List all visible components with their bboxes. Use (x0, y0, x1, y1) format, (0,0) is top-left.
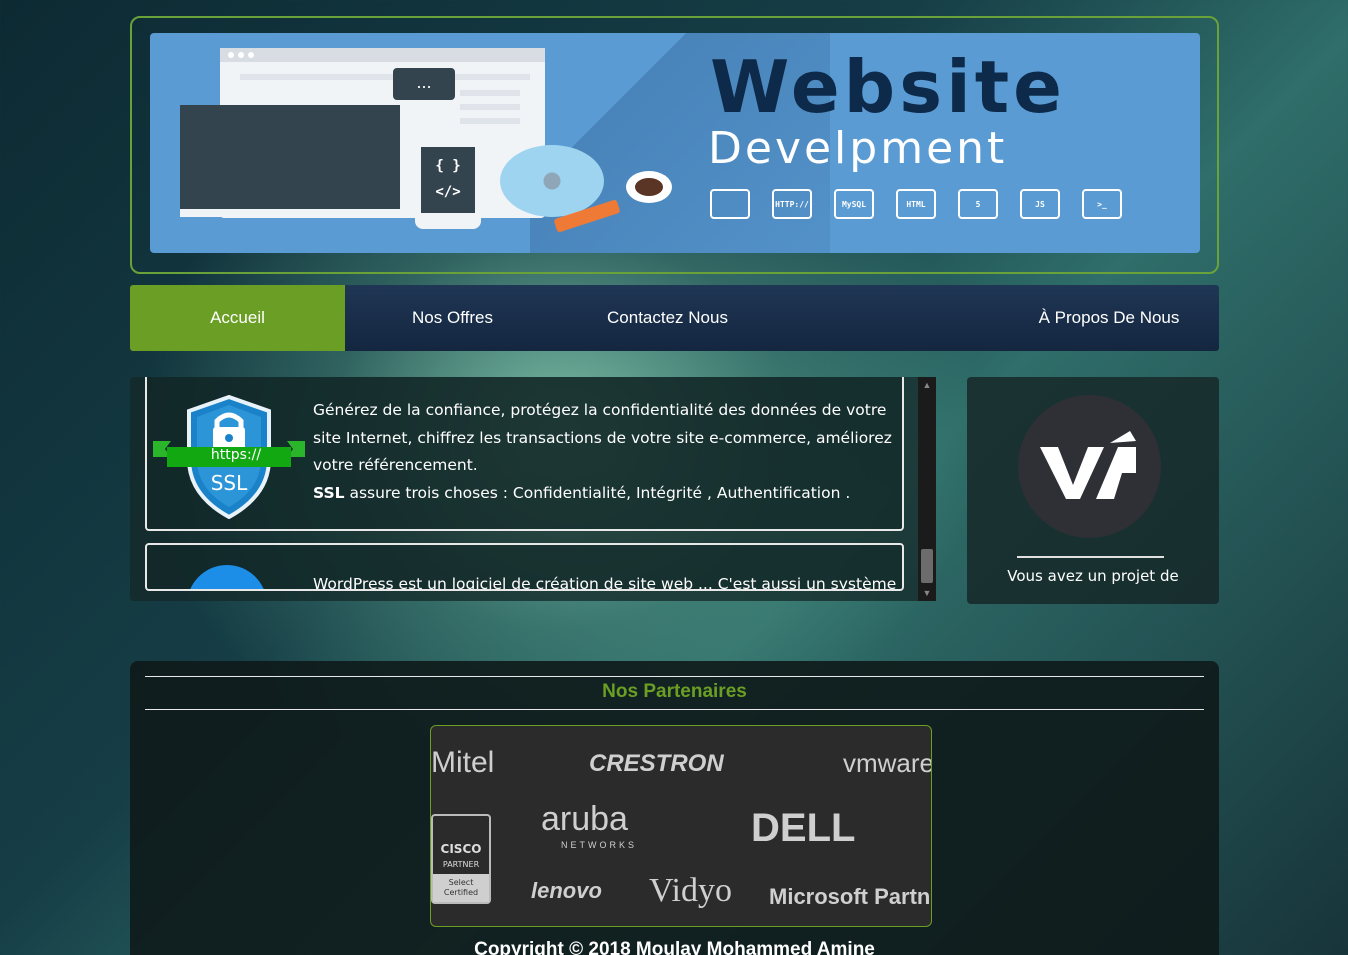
browser-line (460, 104, 520, 110)
partner-logo-aruba: aruba (541, 800, 628, 838)
side-divider (1017, 556, 1164, 558)
offers-panel[interactable]: https:// SSL Générez de la confiance, pr… (130, 377, 936, 601)
terminal-illustration (180, 105, 400, 217)
banner-frame: ... { } </> Website Develpment HTTP:// M… (130, 16, 1219, 274)
partner-logo-microsoft: Microsoft Partner (769, 884, 931, 909)
partners-logos: Mitel CRESTRON vmware aruba NETWORKS DEL… (430, 725, 932, 927)
ssl-summary: assure trois choses : Confidentialité, I… (344, 483, 851, 502)
partner-logo-lenovo: lenovo (531, 878, 602, 903)
partner-logo-cisco: CISCO PARTNER Select Certified (431, 814, 491, 904)
html5-icon: 5 (958, 189, 998, 219)
nav-item-contactez-nous[interactable]: Contactez Nous (560, 285, 775, 351)
browser-dot (238, 52, 244, 58)
browser-dot (228, 52, 234, 58)
ssl-https-text: https:// (210, 447, 262, 463)
browser-line (460, 90, 520, 96)
partner-logo-vidyo: Vidyo (649, 872, 732, 909)
ssl-paragraph: Générez de la confiance, protégez la con… (313, 401, 892, 474)
mysql-icon: MySQL (834, 189, 874, 219)
browser-line (460, 118, 520, 124)
partners-section: Nos Partenaires Mitel CRESTRON vmware ar… (130, 661, 1219, 955)
cisco-foot-2: Certified (443, 888, 479, 897)
scrollbar-thumb[interactable] (921, 549, 933, 583)
cisco-name: CISCO (440, 842, 482, 856)
disc-icon (500, 145, 604, 217)
cisco-sub: PARTNER (442, 860, 480, 869)
cisco-foot-1: Select (448, 878, 474, 887)
main-nav: Accueil Nos Offres Contactez Nous À Prop… (130, 285, 1219, 351)
cisco-foot: Select Certified (433, 874, 489, 902)
coffee-cup-icon (626, 171, 672, 203)
browser-bar (220, 48, 545, 62)
partners-title: Nos Partenaires (602, 681, 747, 702)
contact-side-panel: Vous avez un projet de (967, 377, 1219, 604)
side-project-text: Vous avez un projet de (1007, 567, 1179, 585)
phone-illustration: { } </> (415, 135, 481, 229)
phone-screen: { } </> (421, 147, 475, 213)
partners-bottom-rule (145, 709, 1204, 710)
ssl-badge-icon: https:// SSL (153, 394, 305, 520)
ssl-bold-term: SSL (313, 483, 345, 502)
puzzle-icon (710, 189, 750, 219)
nav-item-accueil[interactable]: Accueil (130, 285, 345, 351)
partner-logo-aruba-networks: NETWORKS (561, 840, 638, 850)
scroll-up-arrow-icon[interactable]: ▲ (918, 377, 936, 393)
code-braces: { } (435, 158, 461, 174)
ssl-card: https:// SSL Générez de la confiance, pr… (145, 377, 904, 531)
chat-bubble-icon: ... (393, 68, 455, 100)
terminal-icon: >_ (1082, 189, 1122, 219)
nav-item-a-propos[interactable]: À Propos De Nous (999, 285, 1219, 351)
wordpress-logo-icon (187, 565, 267, 589)
browser-dot (248, 52, 254, 58)
tech-icons-row: HTTP:// MySQL HTML 5 JS >_ (710, 189, 1122, 219)
partners-top-rule (145, 676, 1204, 677)
http-icon: HTTP:// (772, 189, 812, 219)
ssl-description: Générez de la confiance, protégez la con… (313, 397, 903, 507)
wordpress-description: WordPress est un logiciel de création de… (313, 575, 897, 591)
ovh-logo-icon (1018, 395, 1161, 538)
banner-subtitle: Develpment (708, 123, 1008, 174)
code-tag: </> (435, 184, 461, 200)
banner-title: Website (710, 45, 1067, 129)
partner-logo-dell: DELL (751, 806, 856, 850)
partner-logo-vmware: vmware (843, 748, 932, 778)
partner-logo-mitel: Mitel (431, 746, 495, 779)
partner-logo-crestron: CRESTRON (589, 750, 724, 777)
ssl-label: SSL (210, 471, 248, 495)
banner-image: ... { } </> Website Develpment HTTP:// M… (150, 33, 1200, 253)
html-icon: HTML (896, 189, 936, 219)
scroll-down-arrow-icon[interactable]: ▼ (918, 585, 936, 601)
nav-item-nos-offres[interactable]: Nos Offres (345, 285, 560, 351)
js-icon: JS (1020, 189, 1060, 219)
wordpress-card: WordPress est un logiciel de création de… (145, 543, 904, 591)
browser-line (240, 74, 530, 80)
offers-scrollbar[interactable]: ▲ ▼ (918, 377, 936, 601)
copyright-text: Copyright © 2018 Moulay Mohammed Amine (474, 939, 875, 955)
